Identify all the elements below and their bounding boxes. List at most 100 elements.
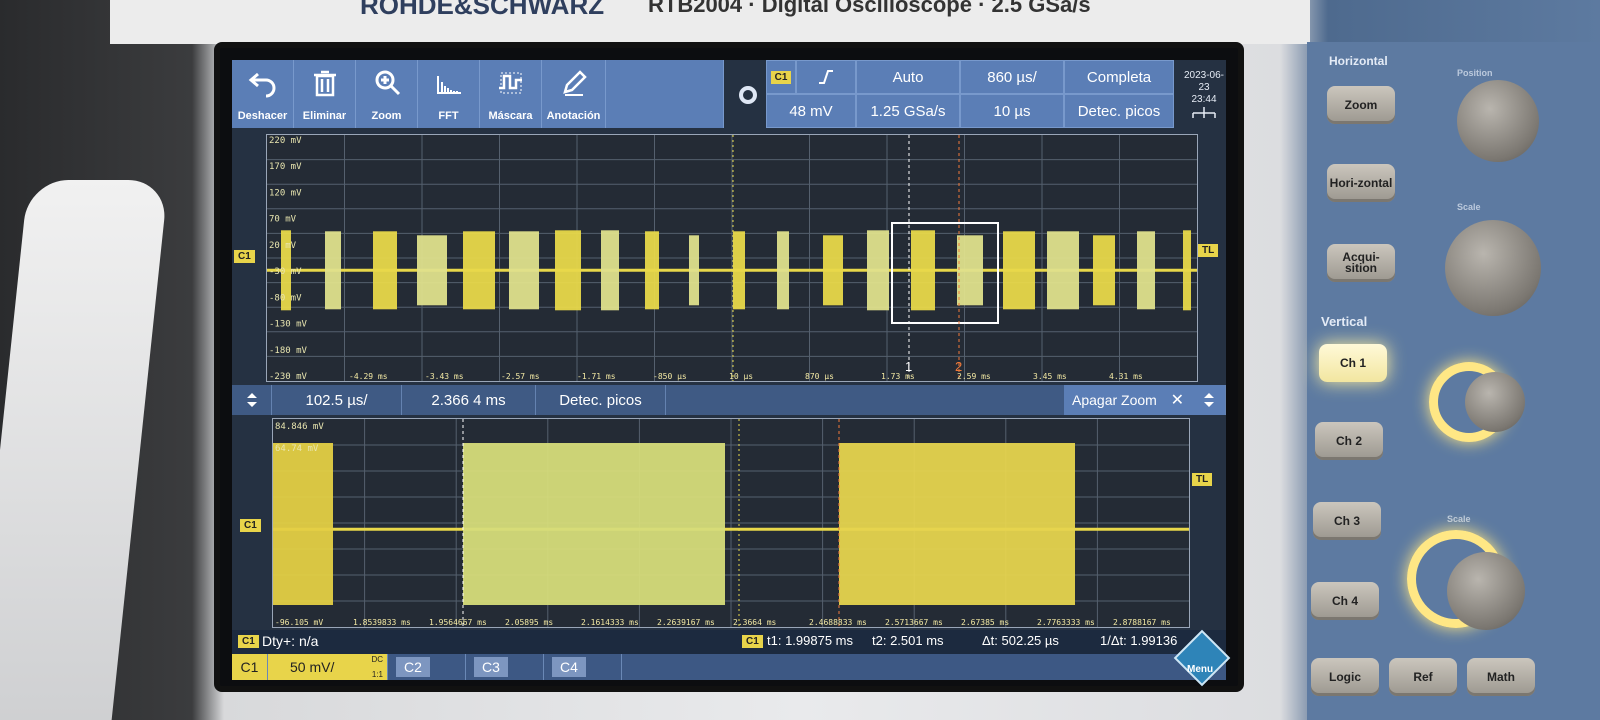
burst-mark [555, 230, 581, 311]
channel-c1-tab[interactable]: C1 [232, 654, 268, 680]
trigger-slope[interactable] [796, 60, 856, 94]
burst-envelope [839, 443, 1075, 605]
position-label: Position [1457, 68, 1493, 78]
channel-c2-tab[interactable]: C2 [388, 654, 466, 680]
pencil-icon [562, 70, 587, 96]
position-knob[interactable] [1457, 80, 1539, 162]
x-tick-label: 2.2639167 ms [657, 618, 715, 627]
burst-mark [417, 235, 447, 306]
y-tick-label: 20 mV [269, 241, 297, 251]
mask-button[interactable]: Máscara [480, 60, 542, 128]
fft-button[interactable]: FFT [418, 60, 480, 128]
main-channel-marker[interactable]: C1 [234, 250, 255, 263]
sample-rate[interactable]: 1.25 GSa/s [856, 94, 960, 128]
brand-label: ROHDE&SCHWARZ [360, 0, 605, 20]
channel-c4-tab[interactable]: C4 [544, 654, 622, 680]
settings-gear-icon[interactable] [739, 86, 757, 104]
math-hw-button[interactable]: Math [1467, 658, 1535, 696]
zoom-window-arrows[interactable] [1192, 385, 1226, 415]
delete-label: Eliminar [302, 110, 347, 122]
foreground-object [0, 180, 169, 720]
x-tick-label: -1.71 ms [577, 372, 616, 381]
ref-hw-button[interactable]: Ref [1389, 658, 1457, 696]
delete-button[interactable]: Eliminar [294, 60, 356, 128]
main-trigger-level-marker[interactable]: TL [1198, 244, 1219, 257]
x-tick-label: 1.9564667 ms [429, 618, 487, 627]
annotation-button[interactable]: Anotación [542, 60, 606, 128]
vertical-scale-knob[interactable] [1447, 552, 1525, 630]
y-second-label: 64.74 mV [275, 444, 319, 454]
x-tick-label: 2.5713667 ms [885, 618, 943, 627]
time-per-div[interactable]: 860 µs/ [960, 60, 1064, 94]
x-tick-label: 2.8788167 ms [1113, 618, 1171, 627]
trigger-source[interactable]: C1 [766, 60, 796, 94]
main-waveform-svg: 1 2220 mV170 mV120 mV70 mV20 mV-30 mV-80 … [267, 135, 1197, 381]
horizontal-section-label: Horizontal [1329, 54, 1388, 68]
zoom-acq-mode[interactable]: Detec. picos [536, 385, 666, 415]
ch1-position-knob[interactable] [1465, 372, 1525, 432]
zoom-adjust-arrows[interactable] [232, 385, 272, 415]
ch2-hw-button[interactable]: Ch 2 [1315, 422, 1383, 460]
horizontal-position[interactable]: 10 µs [960, 94, 1064, 128]
zoom-time-per-div[interactable]: 102.5 µs/ [272, 385, 402, 415]
x-tick-label: 870 µs [805, 372, 834, 381]
x-tick-label: 1.73 ms [881, 372, 915, 381]
menu-label[interactable]: Menu [1187, 664, 1213, 675]
v-scale-label: Scale [1447, 514, 1471, 524]
zoom-icon [375, 70, 400, 96]
vertical-section-label: Vertical [1321, 314, 1368, 329]
y-tick-label: -230 mV [269, 372, 308, 381]
burst-mark [777, 231, 789, 310]
toolbar-spacer [606, 60, 724, 128]
duty-measurement[interactable]: Dty+: n/a [262, 633, 318, 649]
cursor-t1: t1: 1.99875 ms [767, 633, 853, 648]
trash-icon [313, 70, 336, 97]
acquisition-hw-button[interactable]: Acqui-sition [1327, 244, 1395, 282]
channel-c3-tab[interactable]: C3 [466, 654, 544, 680]
burst-mark [1137, 231, 1155, 310]
c4-label: C4 [552, 657, 586, 677]
zoom-trigger-level-marker[interactable]: TL [1192, 473, 1213, 486]
y-tick-label: -80 mV [269, 293, 302, 303]
x-tick-label: 1.8539833 ms [353, 618, 411, 627]
x-tick-label: -850 µs [653, 372, 687, 381]
datetime: 2023-06-23 23:44 [1182, 70, 1226, 124]
cursor-t2: t2: 2.501 ms [872, 633, 944, 648]
zoom-position[interactable]: 2.366 4 ms [402, 385, 536, 415]
ch4-hw-button[interactable]: Ch 4 [1311, 582, 1379, 620]
zoom-waveform-plot[interactable]: 84.846 mV 64.74 mV -96.105 mV 1.8539833 ms 1… [272, 418, 1190, 628]
y-tick-label: 220 mV [269, 136, 302, 146]
horizontal-hw-button[interactable]: Hori-zontal [1327, 164, 1395, 202]
burst-envelope [273, 443, 333, 605]
trigger-mode[interactable]: Auto [856, 60, 960, 94]
zoom-off-button[interactable]: Apagar Zoom ✕ [1064, 385, 1192, 415]
x-tick-label: 2.59 ms [957, 372, 991, 381]
burst-envelope [463, 443, 725, 605]
mask-icon [498, 72, 522, 94]
acquisition-state[interactable]: Completa [1064, 60, 1174, 94]
burst-mark [733, 231, 745, 310]
zoom-button[interactable]: Zoom [356, 60, 418, 128]
trigger-level[interactable]: 48 mV [766, 94, 856, 128]
zoom-channel-marker[interactable]: C1 [240, 519, 261, 532]
x-tick-label: 2.1614333 ms [581, 618, 639, 627]
rising-edge-icon [819, 70, 833, 84]
zoom-hw-button[interactable]: Zoom [1327, 86, 1395, 124]
x-tick-label: -4.29 ms [349, 372, 388, 381]
x-tick-label: 3.45 ms [1033, 372, 1067, 381]
x-tick-label: -2.57 ms [501, 372, 540, 381]
x-tick-label: -3.43 ms [425, 372, 464, 381]
logic-hw-button[interactable]: Logic [1311, 658, 1379, 696]
ch3-hw-button[interactable]: Ch 3 [1313, 502, 1381, 540]
acquisition-mode[interactable]: Detec. picos [1064, 94, 1174, 128]
y-bottom-label: -96.105 mV [275, 618, 323, 627]
undo-button[interactable]: Deshacer [232, 60, 294, 128]
network-icon [1192, 107, 1216, 118]
channel-c1-scale[interactable]: 50 mV/ DC 1:1 [268, 654, 388, 680]
ch1-hw-button[interactable]: Ch 1 [1319, 344, 1387, 382]
burst-mark [911, 230, 935, 311]
cursor-inverse-delta-t: 1/Δt: 1.99136 kHz [1100, 633, 1180, 648]
main-waveform-plot[interactable]: 1 2 220 mV 170 mV 120 mV 70 mV 20 mV -30 mV -80 … [266, 134, 1198, 382]
horizontal-scale-knob[interactable] [1445, 220, 1541, 316]
burst-mark [373, 231, 397, 310]
